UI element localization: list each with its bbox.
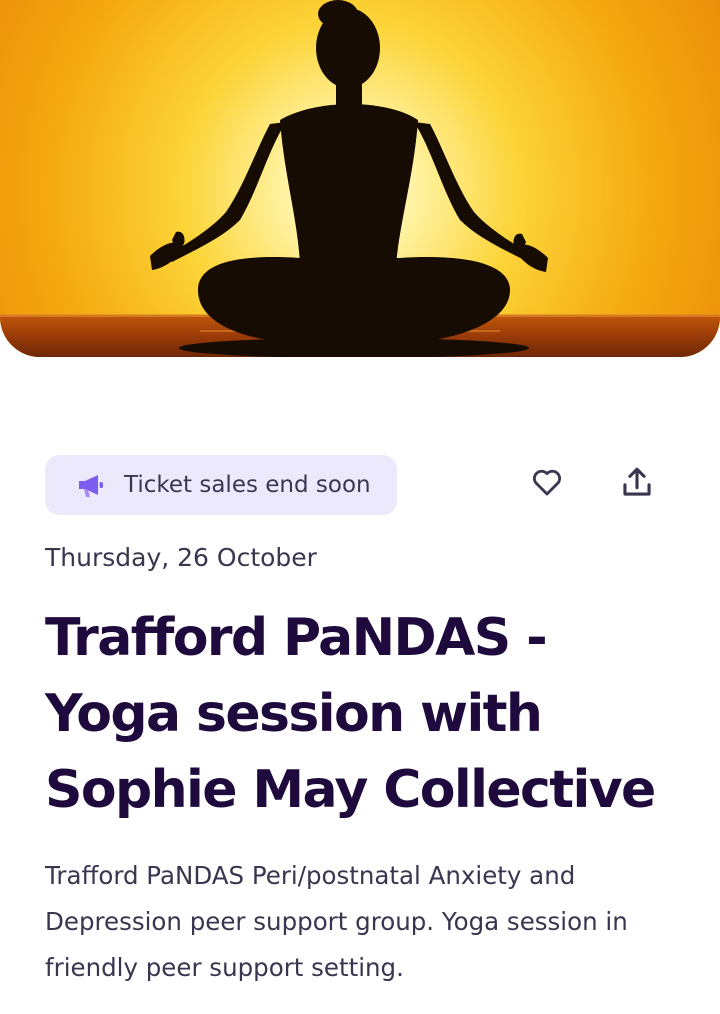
event-summary: Trafford PaNDAS Peri/postnatal Anxiety a…	[45, 861, 628, 982]
share-icon	[623, 467, 651, 496]
event-title: Trafford PaNDAS - Yoga session with Soph…	[45, 608, 656, 820]
like-button[interactable]	[523, 458, 571, 506]
ticket-sales-badge: Ticket sales end soon	[45, 455, 397, 515]
hero-image	[0, 0, 720, 357]
megaphone-icon	[76, 470, 106, 500]
badge-label: Ticket sales end soon	[124, 472, 371, 498]
event-date: Thursday, 26 October	[45, 543, 317, 572]
share-button[interactable]	[613, 458, 661, 506]
heart-icon	[532, 469, 562, 496]
